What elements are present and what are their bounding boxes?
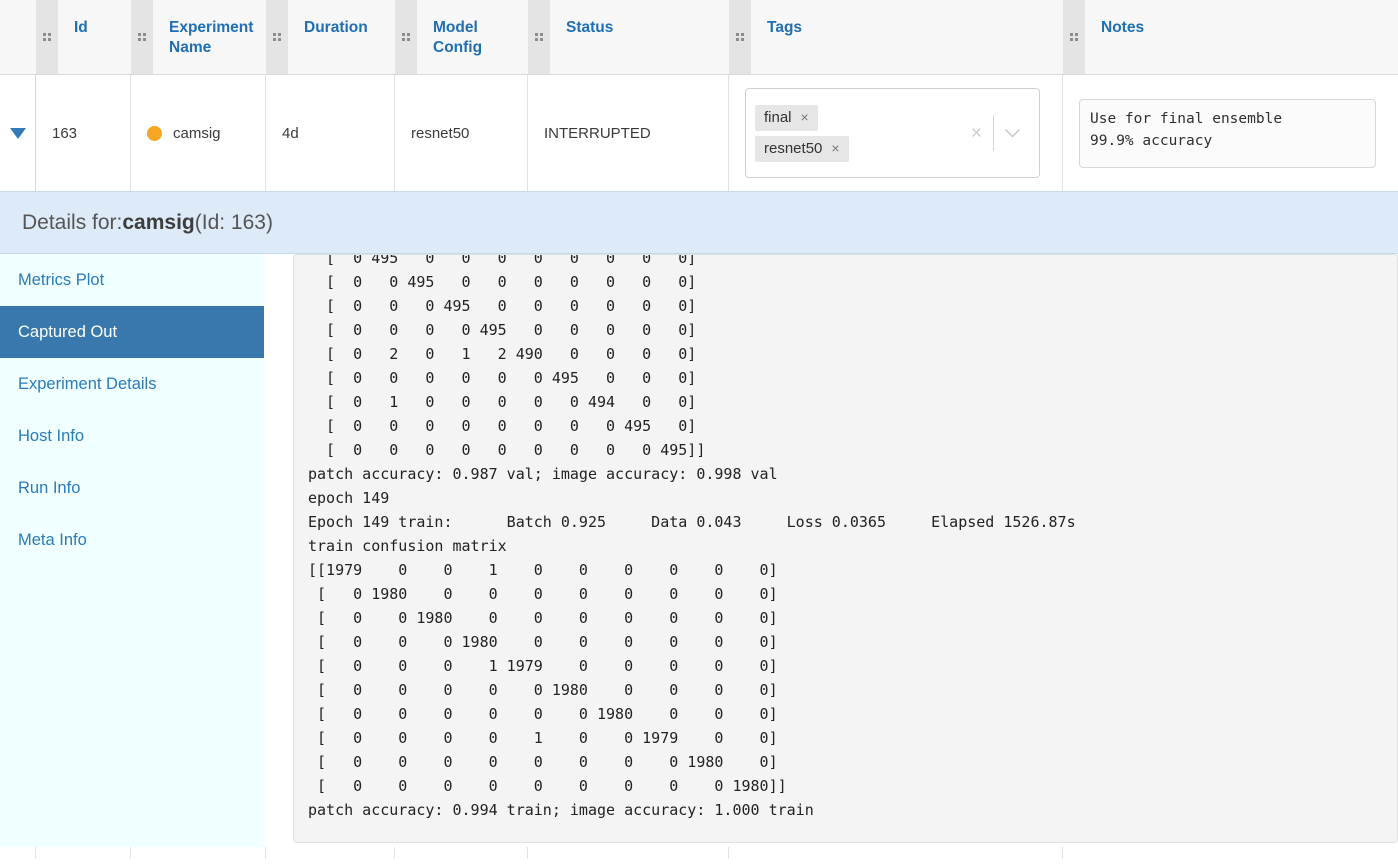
details-sidebar: Metrics Plot Captured Out Experiment Det… <box>0 254 264 847</box>
row-expand-toggle[interactable] <box>0 75 36 191</box>
column-header-id[interactable]: Id <box>36 0 131 74</box>
cell-experiment-name: camsig <box>131 75 266 191</box>
cell-id-value: 163 <box>52 124 78 142</box>
column-header-notes[interactable]: Notes <box>1063 0 1398 74</box>
sidebar-item-metrics-plot[interactable]: Metrics Plot <box>0 254 264 306</box>
sidebar-item-captured-out[interactable]: Captured Out <box>0 306 264 358</box>
sidebar-item-host-info[interactable]: Host Info <box>0 410 264 462</box>
next-table-row-peek <box>0 847 1398 859</box>
column-header-label: Notes <box>1101 19 1145 36</box>
captured-out-text: [ 0 495 0 0 0 0 0 0 0 0] [ 0 0 495 0 0 0… <box>308 254 1076 819</box>
sidebar-item-label: Meta Info <box>18 530 87 549</box>
cell-id: 163 <box>36 75 131 191</box>
cell-tags[interactable]: final × resnet50 × × <box>729 75 1063 191</box>
column-header-label: Status <box>566 19 614 36</box>
column-drag-handle-icon[interactable] <box>266 0 288 74</box>
cell-notes[interactable] <box>1063 75 1398 191</box>
grid-header-row: Id Experiment Name Duration Model Config Sta… <box>0 0 1398 75</box>
sidebar-item-run-info[interactable]: Run Info <box>0 462 264 514</box>
tag-chip-label: resnet50 <box>764 139 823 157</box>
cell-model-config-value: resnet50 <box>411 124 470 142</box>
clear-tags-icon[interactable]: × <box>960 124 993 143</box>
peek-cell <box>0 847 36 859</box>
column-header-expander[interactable] <box>0 0 36 74</box>
tag-chip[interactable]: resnet50 × <box>755 135 849 162</box>
column-header-duration[interactable]: Duration <box>266 0 395 74</box>
details-banner-prefix: Details for: <box>22 210 123 234</box>
column-header-label: Id <box>74 19 88 36</box>
peek-cell <box>131 847 266 859</box>
column-header-label: Experiment Name <box>169 19 254 56</box>
column-header-model_config[interactable]: Model Config <box>395 0 528 74</box>
experiments-grid: Id Experiment Name Duration Model Config Sta… <box>0 0 1398 192</box>
column-header-experiment_name[interactable]: Experiment Name <box>131 0 266 74</box>
cell-model-config: resnet50 <box>395 75 528 191</box>
status-badge: INTERRUPTED <box>544 124 651 142</box>
column-drag-handle-icon[interactable] <box>131 0 153 74</box>
column-header-label: Model Config <box>433 19 483 56</box>
peek-cell <box>36 847 131 859</box>
details-banner-suffix: (Id: 163) <box>194 210 273 234</box>
sidebar-item-label: Captured Out <box>18 322 118 341</box>
column-drag-handle-icon[interactable] <box>729 0 751 74</box>
column-header-label: Tags <box>767 19 803 36</box>
peek-cell <box>1063 847 1398 859</box>
tags-controls: × <box>960 115 1039 151</box>
sidebar-item-label: Experiment Details <box>18 374 157 393</box>
chevron-down-icon[interactable] <box>994 128 1031 138</box>
triangle-down-icon[interactable] <box>9 127 26 139</box>
sidebar-item-label: Metrics Plot <box>18 270 105 289</box>
tag-remove-icon[interactable]: × <box>831 140 839 156</box>
details-body: Metrics Plot Captured Out Experiment Det… <box>0 254 1398 847</box>
peek-cell <box>266 847 395 859</box>
sidebar-item-meta-info[interactable]: Meta Info <box>0 514 264 566</box>
status-dot-icon <box>147 125 162 141</box>
column-drag-handle-icon[interactable] <box>1063 0 1085 74</box>
column-drag-handle-icon[interactable] <box>528 0 550 74</box>
details-banner-name: camsig <box>122 210 195 234</box>
sidebar-item-label: Run Info <box>18 478 81 497</box>
sidebar-item-experiment-details[interactable]: Experiment Details <box>0 358 264 410</box>
tags-list: final × resnet50 × <box>746 99 960 168</box>
captured-out-scroll-region[interactable]: [ 0 495 0 0 0 0 0 0 0 0] [ 0 0 495 0 0 0… <box>293 254 1398 843</box>
table-row[interactable]: 163 camsig 4d resnet50 INTERRUPTED final… <box>0 75 1398 192</box>
cell-duration: 4d <box>266 75 395 191</box>
sidebar-item-label: Host Info <box>18 426 85 445</box>
tag-chip[interactable]: final × <box>755 104 818 131</box>
column-drag-handle-icon[interactable] <box>36 0 58 74</box>
peek-cell <box>528 847 729 859</box>
cell-status: INTERRUPTED <box>528 75 729 191</box>
cell-duration-value: 4d <box>282 124 299 142</box>
details-banner: Details for: camsig (Id: 163) <box>0 192 1398 254</box>
column-header-label: Duration <box>304 19 368 36</box>
captured-out-panel: [ 0 495 0 0 0 0 0 0 0 0] [ 0 0 495 0 0 0… <box>264 254 1398 847</box>
cell-experiment-name-value: camsig <box>173 124 221 142</box>
tag-chip-label: final <box>764 108 792 126</box>
tag-remove-icon[interactable]: × <box>801 109 809 125</box>
column-header-status[interactable]: Status <box>528 0 729 74</box>
tags-multiselect[interactable]: final × resnet50 × × <box>745 88 1040 178</box>
peek-cell <box>395 847 528 859</box>
peek-cell <box>729 847 1063 859</box>
column-drag-handle-icon[interactable] <box>395 0 417 74</box>
column-header-tags[interactable]: Tags <box>729 0 1063 74</box>
notes-textarea[interactable] <box>1079 98 1376 168</box>
